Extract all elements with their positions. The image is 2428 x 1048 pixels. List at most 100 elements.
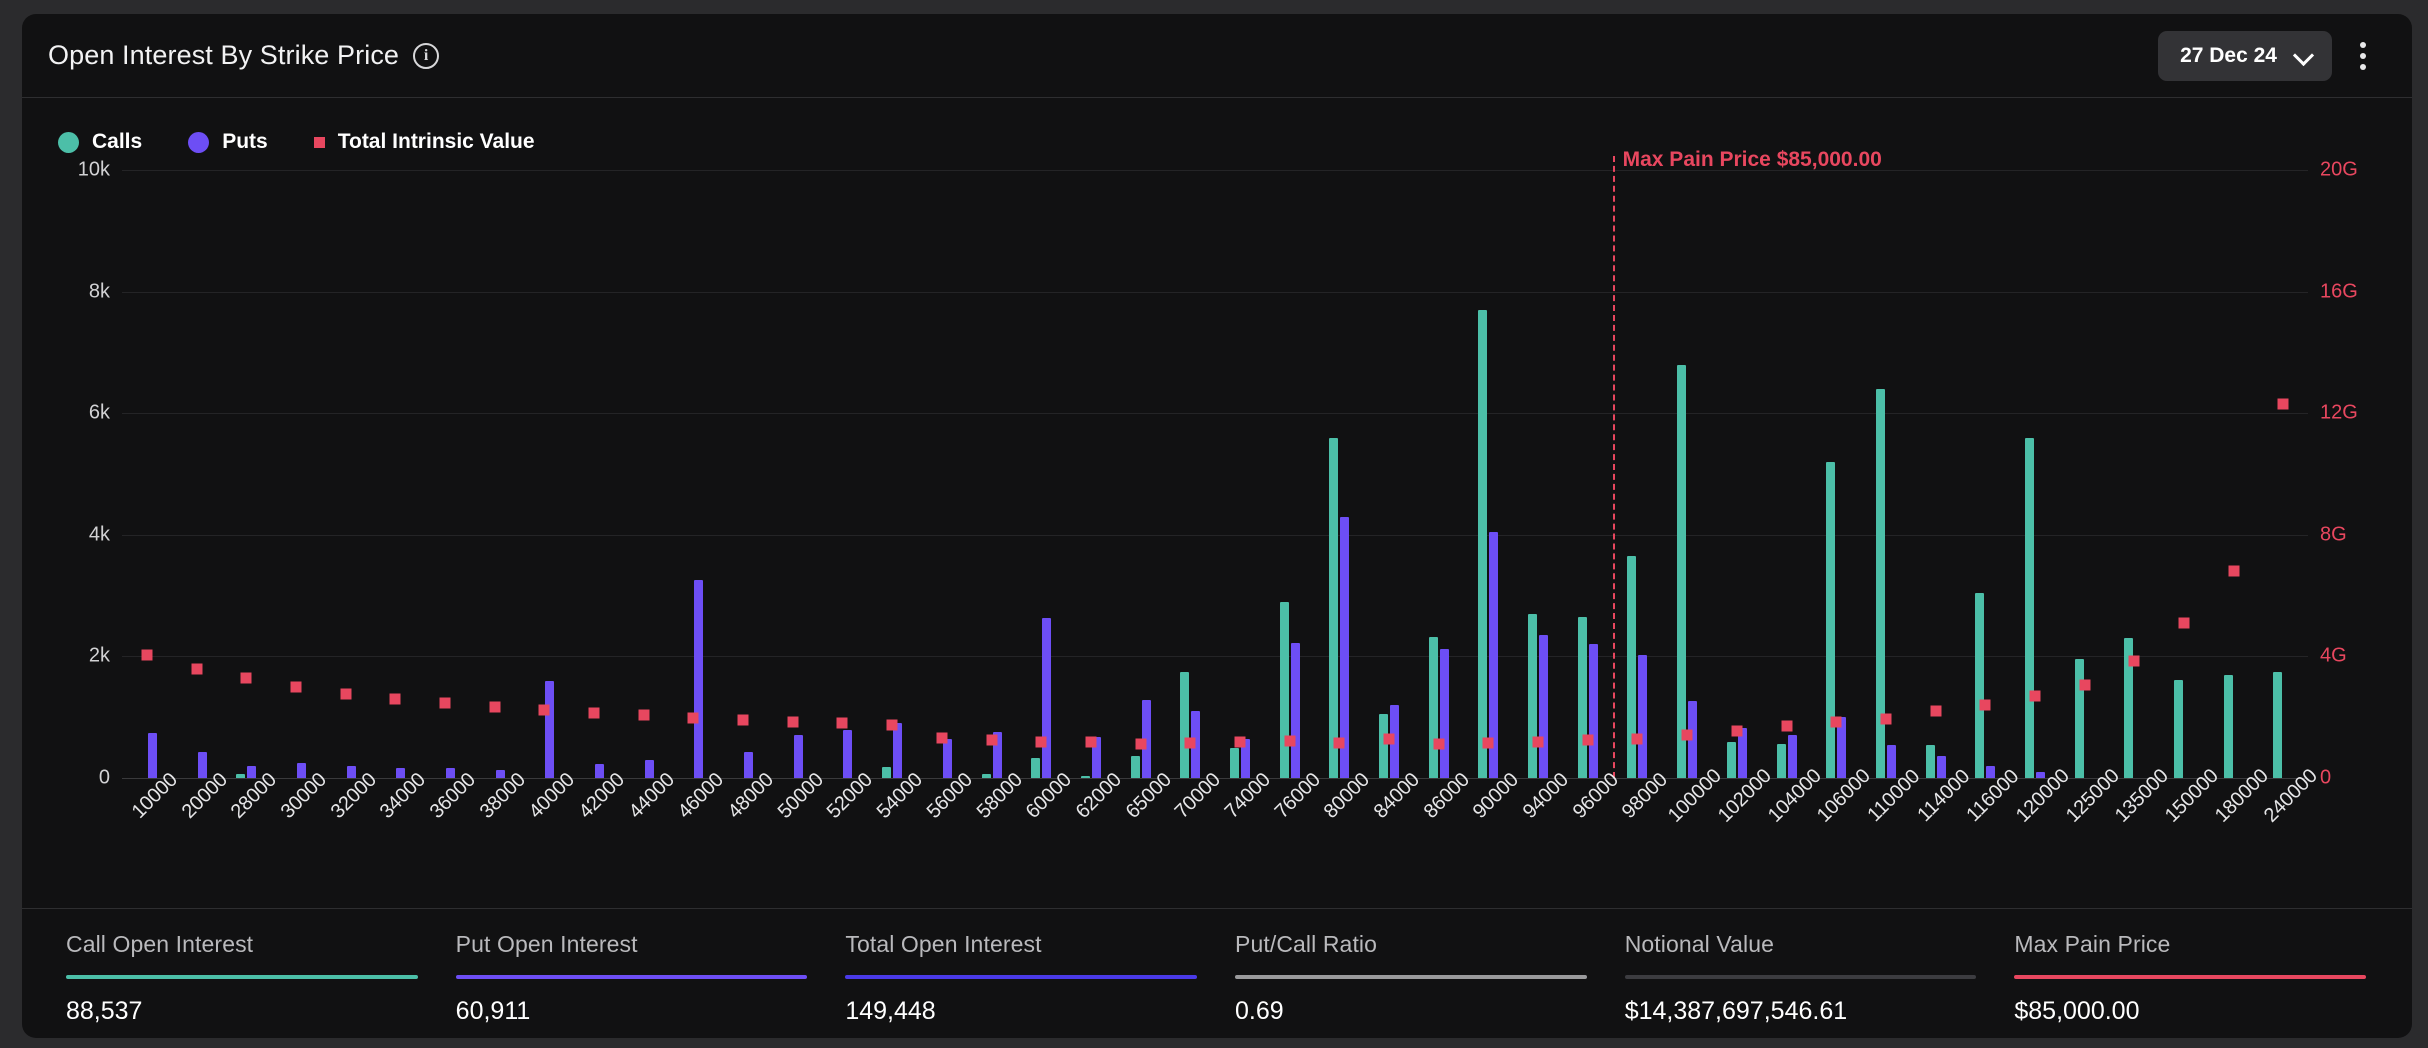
chart-category-group[interactable] [669, 170, 719, 778]
chart-category-group[interactable] [1414, 170, 1464, 778]
chart-category-group[interactable] [420, 170, 470, 778]
put-bar[interactable] [297, 763, 306, 778]
put-bar[interactable] [893, 723, 902, 778]
chart-category-group[interactable] [1364, 170, 1414, 778]
put-bar[interactable] [1638, 655, 1647, 778]
chart-category-group[interactable] [1265, 170, 1315, 778]
chart-category-group[interactable] [221, 170, 271, 778]
intrinsic-value-marker[interactable] [2079, 680, 2090, 691]
chart-category-group[interactable] [2060, 170, 2110, 778]
chart-category-group[interactable] [370, 170, 420, 778]
call-bar[interactable] [1131, 756, 1140, 778]
intrinsic-value-marker[interactable] [1334, 738, 1345, 749]
put-bar[interactable] [1042, 618, 1051, 778]
intrinsic-value-marker[interactable] [2179, 617, 2190, 628]
call-bar[interactable] [1478, 310, 1487, 778]
legend-item-puts[interactable]: Puts [188, 130, 268, 154]
intrinsic-value-marker[interactable] [290, 681, 301, 692]
intrinsic-value-marker[interactable] [2029, 690, 2040, 701]
intrinsic-value-marker[interactable] [1234, 737, 1245, 748]
call-bar[interactable] [1578, 617, 1587, 778]
intrinsic-value-marker[interactable] [1731, 725, 1742, 736]
chart-category-group[interactable] [768, 170, 818, 778]
chart-category-group[interactable] [917, 170, 967, 778]
chart-category-group[interactable] [2259, 170, 2309, 778]
chart-category-group[interactable] [2010, 170, 2060, 778]
intrinsic-value-marker[interactable] [1085, 737, 1096, 748]
intrinsic-value-marker[interactable] [787, 717, 798, 728]
intrinsic-value-marker[interactable] [1433, 739, 1444, 750]
legend-item-total-intrinsic-value[interactable]: Total Intrinsic Value [314, 130, 535, 154]
put-bar[interactable] [1589, 644, 1598, 778]
chart-category-group[interactable] [2209, 170, 2259, 778]
put-bar[interactable] [1539, 635, 1548, 778]
chart-category-group[interactable] [1315, 170, 1365, 778]
chart-category-group[interactable] [718, 170, 768, 778]
put-bar[interactable] [1291, 643, 1300, 778]
put-bar[interactable] [1986, 766, 1995, 778]
call-bar[interactable] [1180, 672, 1189, 778]
chart-category-group[interactable] [1960, 170, 2010, 778]
call-bar[interactable] [2025, 438, 2034, 778]
chart-category-group[interactable] [122, 170, 172, 778]
call-bar[interactable] [2174, 680, 2183, 778]
put-bar[interactable] [1788, 735, 1797, 778]
chart-category-group[interactable] [1066, 170, 1116, 778]
call-bar[interactable] [1528, 614, 1537, 778]
call-bar[interactable] [982, 774, 991, 778]
call-bar[interactable] [1429, 637, 1438, 778]
put-bar[interactable] [1440, 649, 1449, 778]
call-bar[interactable] [1975, 593, 1984, 778]
intrinsic-value-marker[interactable] [439, 697, 450, 708]
intrinsic-value-marker[interactable] [986, 735, 997, 746]
intrinsic-value-marker[interactable] [1284, 735, 1295, 746]
intrinsic-value-marker[interactable] [1980, 700, 1991, 711]
chart-category-group[interactable] [2110, 170, 2160, 778]
chart-category-group[interactable] [1464, 170, 1514, 778]
call-bar[interactable] [1627, 556, 1636, 778]
chart-category-group[interactable] [1811, 170, 1861, 778]
put-bar[interactable] [2036, 772, 2045, 778]
put-bar[interactable] [446, 768, 455, 778]
chart-category-group[interactable] [271, 170, 321, 778]
intrinsic-value-marker[interactable] [1930, 705, 1941, 716]
call-bar[interactable] [2273, 672, 2282, 778]
intrinsic-value-marker[interactable] [489, 701, 500, 712]
call-bar[interactable] [1280, 602, 1289, 778]
call-bar[interactable] [1777, 744, 1786, 778]
chart-category-group[interactable] [470, 170, 520, 778]
chart-category-group[interactable] [1712, 170, 1762, 778]
call-bar[interactable] [1230, 748, 1239, 778]
put-bar[interactable] [496, 770, 505, 778]
chart-category-group[interactable] [1861, 170, 1911, 778]
intrinsic-value-marker[interactable] [688, 712, 699, 723]
chart-category-group[interactable] [967, 170, 1017, 778]
call-bar[interactable] [1727, 742, 1736, 778]
chart-category-group[interactable] [1563, 170, 1613, 778]
chart-category-group[interactable] [1911, 170, 1961, 778]
put-bar[interactable] [843, 730, 852, 778]
chart-category-group[interactable] [172, 170, 222, 778]
intrinsic-value-marker[interactable] [2278, 399, 2289, 410]
call-bar[interactable] [1329, 438, 1338, 778]
call-bar[interactable] [236, 774, 245, 778]
intrinsic-value-marker[interactable] [539, 705, 550, 716]
chart-category-group[interactable] [569, 170, 619, 778]
intrinsic-value-marker[interactable] [241, 672, 252, 683]
intrinsic-value-marker[interactable] [1036, 736, 1047, 747]
call-bar[interactable] [1081, 776, 1090, 778]
call-bar[interactable] [2075, 659, 2084, 778]
chart-category-group[interactable] [619, 170, 669, 778]
put-bar[interactable] [744, 752, 753, 778]
intrinsic-value-marker[interactable] [1185, 737, 1196, 748]
intrinsic-value-marker[interactable] [837, 718, 848, 729]
put-bar[interactable] [347, 766, 356, 778]
kebab-menu-icon[interactable] [2340, 33, 2386, 79]
intrinsic-value-marker[interactable] [1781, 721, 1792, 732]
chart-category-group[interactable] [1513, 170, 1563, 778]
intrinsic-value-marker[interactable] [1880, 713, 1891, 724]
chart-category-group[interactable] [1762, 170, 1812, 778]
intrinsic-value-marker[interactable] [1632, 734, 1643, 745]
info-icon[interactable]: i [413, 43, 439, 69]
put-bar[interactable] [694, 580, 703, 778]
